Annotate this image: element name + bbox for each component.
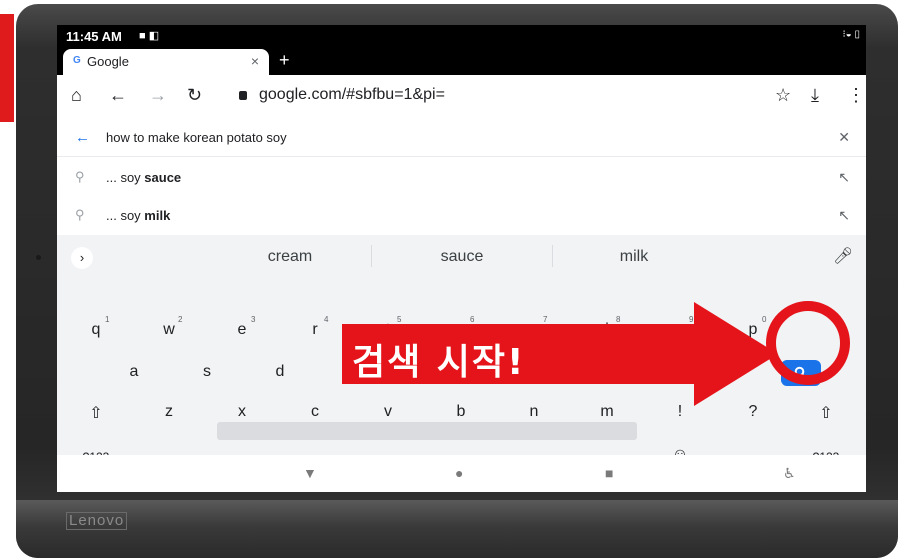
notification-icons: ■ ◧ [139,30,160,42]
back-icon[interactable]: ← [109,85,127,105]
google-favicon-icon: G [73,55,81,66]
shift-icon[interactable]: ⇧ [811,403,841,423]
suggestion-divider [371,245,372,267]
back-arrow-icon[interactable]: ← [75,129,90,146]
star-icon[interactable]: ☆ [775,85,791,105]
nav-home-icon[interactable]: ● [455,465,463,481]
key-c[interactable]: c [300,403,330,421]
keyboard-suggestion-strip: › cream sauce milk 🎤︎ [57,235,866,279]
mic-icon[interactable]: 🎤︎ [833,246,853,266]
fill-suggestion-icon[interactable]: ↖ [838,207,850,224]
home-icon[interactable]: ⌂ [71,85,82,105]
tablet-speaker-bar [16,500,898,558]
more-icon[interactable]: ⋮ [847,85,865,105]
annotation-circle [766,301,850,385]
status-time: 11:45 AM [66,29,122,44]
key-d[interactable]: d [265,363,295,381]
key-r[interactable]: r4 [300,315,330,339]
download-icon[interactable]: ⤓ [811,85,819,105]
fill-suggestion-icon[interactable]: ↖ [838,169,850,186]
key-x[interactable]: x [227,403,257,421]
search-icon: ⚲ [75,207,85,222]
annotation-text: 검색 시작! [352,342,526,383]
address-bar[interactable]: google.com/#sbfbu=1&pi= [217,83,777,111]
key-s[interactable]: s [192,363,222,381]
word-suggestion[interactable]: sauce [382,248,542,266]
tab-google[interactable]: G Google × [63,49,269,75]
word-suggestion[interactable]: milk [554,248,714,266]
omnibox-query-row[interactable]: ← how to make korean potato soy ✕ [57,119,866,157]
word-suggestion[interactable]: cream [210,248,370,266]
omnibox-query-text[interactable]: how to make korean potato soy [106,130,287,145]
camera-dot [36,255,41,260]
key-e[interactable]: e3 [227,315,257,339]
browser-toolbar: ⌂ ← → ↻ google.com/#sbfbu=1&pi= ☆ ⤓ ⋮ [57,75,866,119]
nav-recents-icon[interactable]: ■ [605,465,613,481]
stage: Lenovo 11:45 AM ■ ◧ ⁝◒ ▯ G Google × + ⌂ … [0,0,899,560]
tablet-screen: 11:45 AM ■ ◧ ⁝◒ ▯ G Google × + ⌂ ← → ↻ g… [57,25,866,492]
key-w[interactable]: w2 [154,315,184,339]
tab-close-icon[interactable]: × [251,53,259,69]
accessibility-icon[interactable]: ♿︎ [783,465,796,482]
omnibox-suggestions: ← how to make korean potato soy ✕ ⚲ ... … [57,119,866,235]
tab-title: Google [87,54,129,69]
nav-back-icon[interactable]: ▼ [303,465,317,481]
expand-toolbar-icon[interactable]: › [71,247,93,269]
tab-strip: G Google × + [57,47,866,75]
clear-icon[interactable]: ✕ [838,129,850,146]
search-icon: ⚲ [75,169,85,184]
forward-icon[interactable]: → [149,85,167,105]
shift-icon[interactable]: ⇧ [81,403,111,423]
wifi-battery-icon: ⁝◒ ▯ [842,29,861,40]
reload-icon[interactable]: ↻ [187,85,202,105]
key-q[interactable]: q1 [81,315,111,339]
url-text: google.com/#sbfbu=1&pi= [259,86,445,103]
lock-icon [239,91,247,100]
spacebar[interactable] [217,422,637,440]
key-z[interactable]: z [154,403,184,421]
suggestion-divider [552,245,553,267]
red-side-bar [0,14,14,122]
key-a[interactable]: a [119,363,149,381]
android-nav-bar: ▼ ● ■ ♿︎ [57,455,866,492]
new-tab-button[interactable]: + [279,50,290,71]
brand-logo: Lenovo [66,512,128,530]
suggestion-text: ... soy milk [106,208,171,223]
suggestion-row[interactable]: ⚲ ... soy milk ↖ [57,197,866,235]
status-bar: 11:45 AM ■ ◧ ⁝◒ ▯ [57,25,866,47]
suggestion-text: ... soy sauce [106,170,182,185]
suggestion-row[interactable]: ⚲ ... soy sauce ↖ [57,159,866,197]
